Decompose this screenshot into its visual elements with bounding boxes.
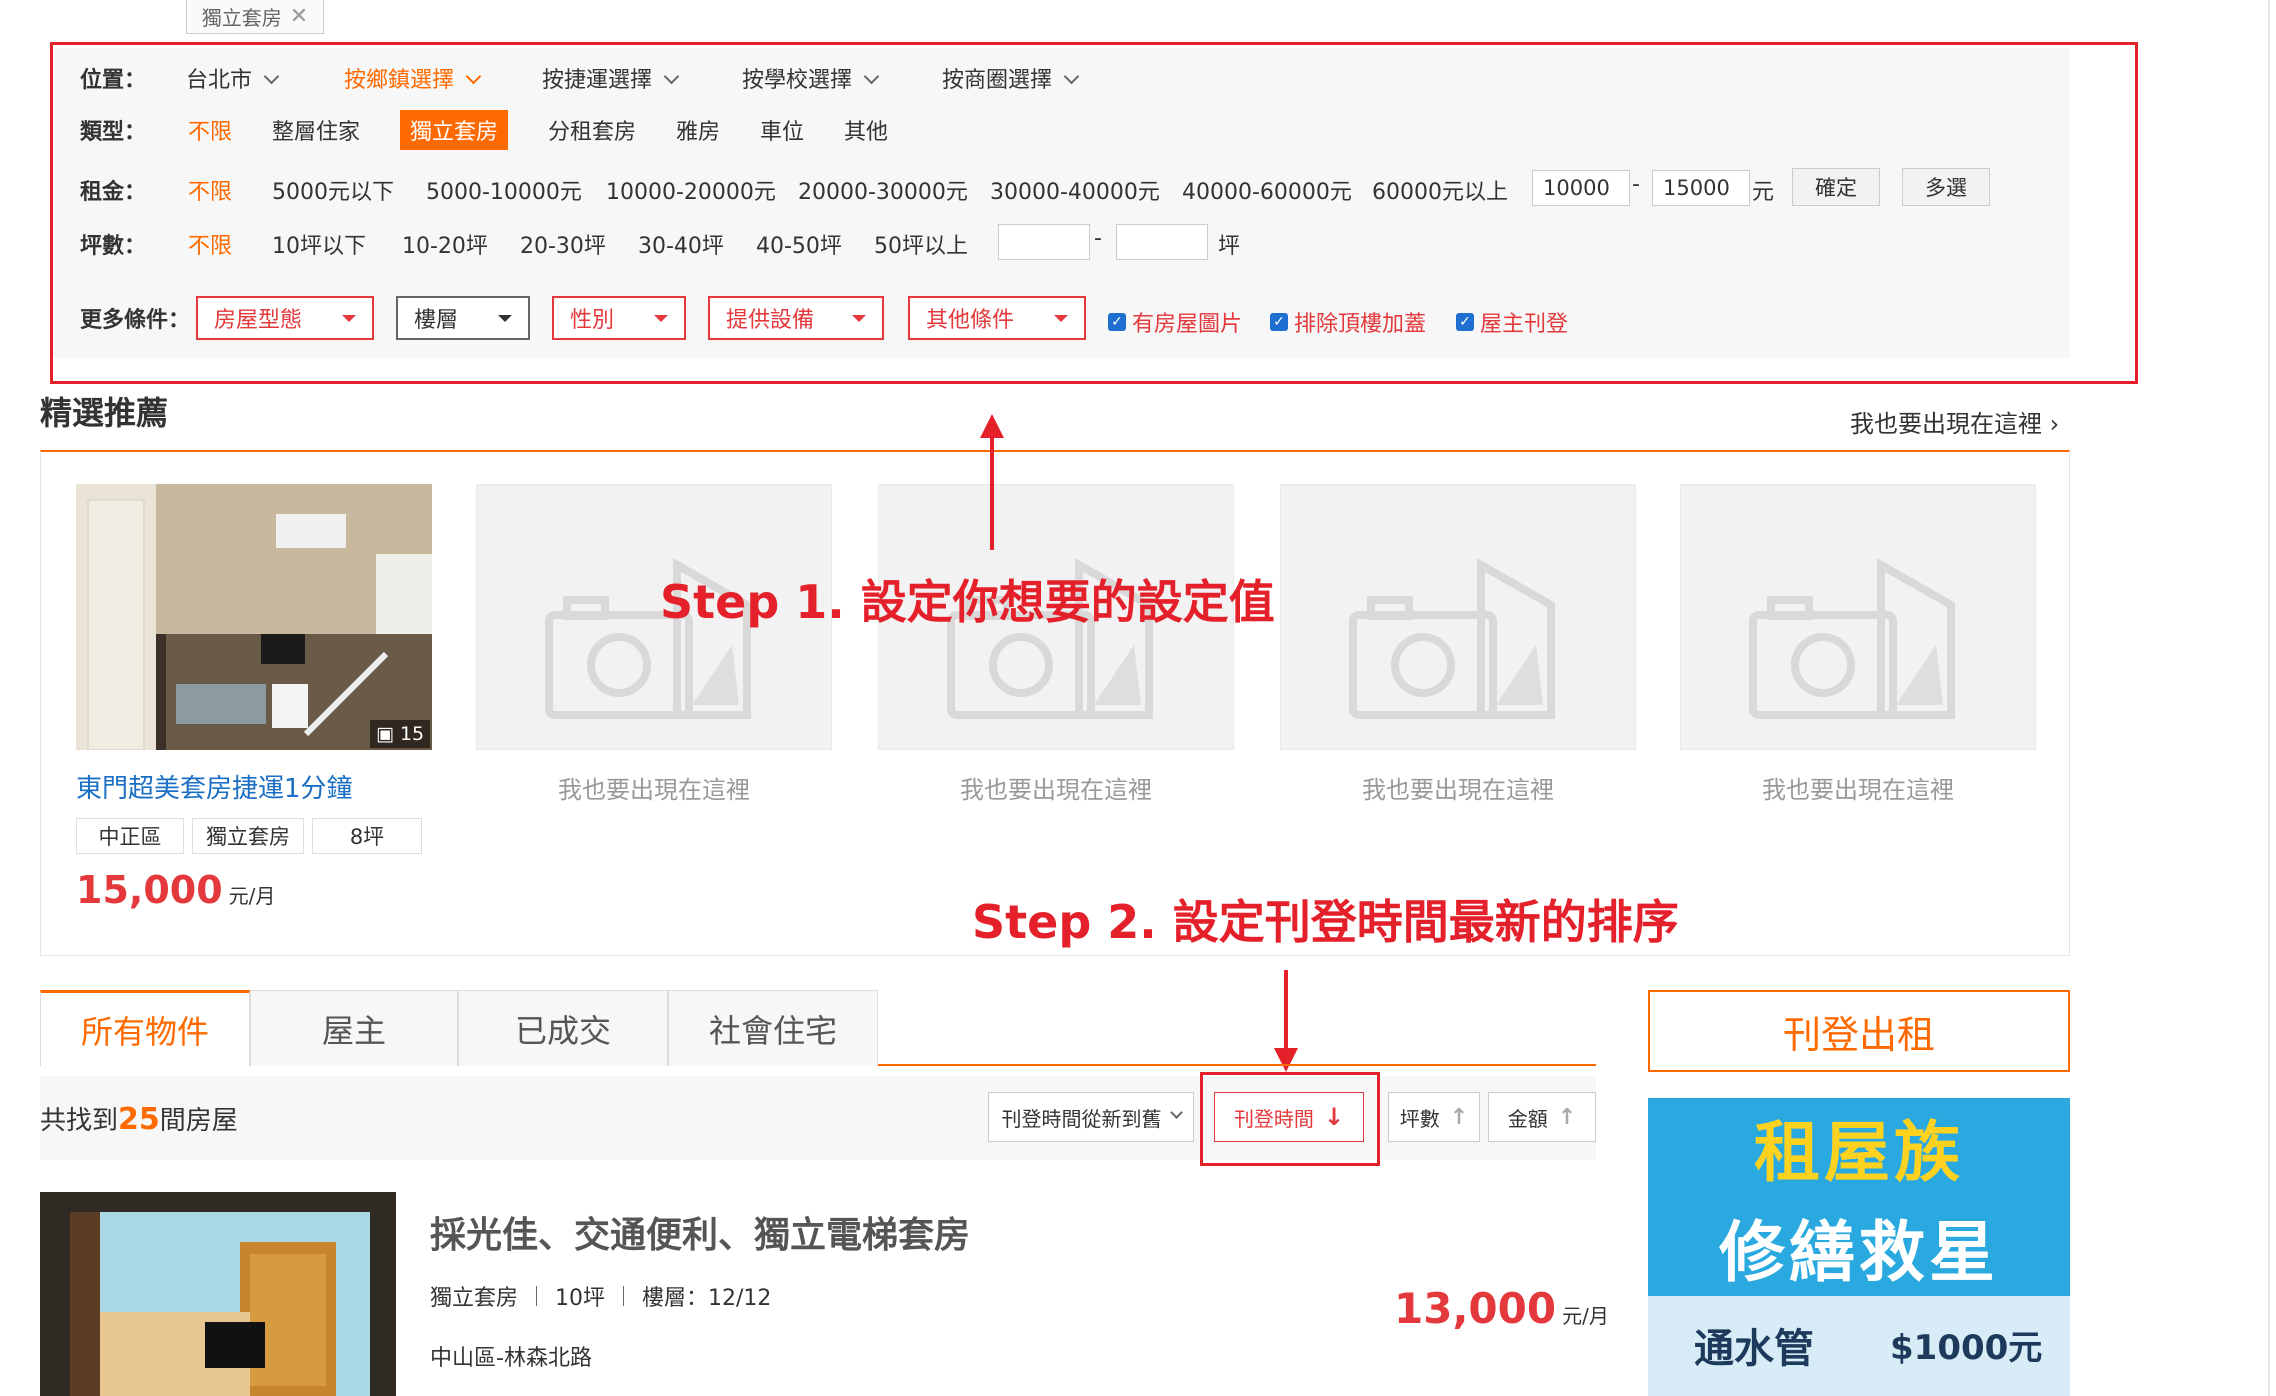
listing-title[interactable]: 採光佳、交通便利、獨立電梯套房: [430, 1206, 970, 1258]
sort-by-price-button[interactable]: 金額 ↑: [1488, 1092, 1596, 1142]
camera-placeholder-icon: [1349, 558, 1555, 719]
listing-address: 中山區-林森北路: [430, 1346, 592, 1371]
step2-highlight-box: [1200, 1072, 1380, 1166]
placeholder-label-4[interactable]: 我也要出現在這裡: [1680, 770, 2036, 805]
listing-price: 13,000 元/月: [1394, 1284, 1609, 1333]
page-scrollbar-track: [2268, 0, 2270, 1396]
featured-promo-link-text: 我也要出現在這裡: [1850, 410, 2042, 438]
featured-tag-size: 8坪: [312, 818, 422, 854]
camera-placeholder-icon: [1749, 558, 1955, 719]
photo-count-badge: ▣ 15: [370, 720, 431, 748]
featured-price-value: 15,000: [76, 868, 223, 912]
featured-tag-district: 中正區: [76, 818, 184, 854]
results-number: 25: [118, 1102, 160, 1137]
featured-section-title: 精選推薦: [40, 394, 169, 432]
listing-size: 10坪: [555, 1286, 606, 1311]
step2-annotation: Step 2. 設定刊登時間最新的排序: [972, 895, 1679, 949]
ad-service-panel: 通水管 $1000元: [1648, 1296, 2070, 1396]
ad-headline-line2: 修繕救星: [1719, 1214, 1999, 1291]
ad-headline: 租屋族 修繕救星: [1648, 1098, 2070, 1296]
sort-size-label: 坪數: [1399, 1106, 1440, 1131]
tab-social-housing[interactable]: 社會住宅: [668, 990, 878, 1066]
step1-annotation: Step 1. 設定你想要的設定值: [660, 575, 1275, 629]
results-count: 共找到25間房屋: [40, 1100, 238, 1137]
arrow-up-icon: ↑: [1557, 1104, 1577, 1130]
placeholder-label-1[interactable]: 我也要出現在這裡: [476, 770, 832, 805]
placeholder-label-2[interactable]: 我也要出現在這裡: [878, 770, 1234, 805]
step2-arrow-line: [1284, 970, 1288, 1052]
selected-filter-tag[interactable]: 獨立套房 ✕: [186, 0, 324, 34]
featured-card-title[interactable]: 東門超美套房捷運1分鐘: [76, 768, 353, 805]
sort-order-select[interactable]: 刊登時間從新到舊: [988, 1092, 1194, 1142]
tab-closed-deals[interactable]: 已成交: [458, 990, 668, 1066]
tab-all-listings[interactable]: 所有物件: [40, 990, 250, 1066]
ad-service-name: 通水管: [1694, 1326, 1814, 1372]
chevron-down-icon: [1169, 1105, 1183, 1119]
ad-headline-line1: 租屋族: [1754, 1114, 1964, 1191]
arrow-up-icon: ↑: [1449, 1104, 1469, 1130]
listing-type: 獨立套房: [430, 1286, 519, 1311]
listing-meta: 獨立套房 10坪 樓層：12/12: [430, 1280, 771, 1312]
tab-owner[interactable]: 屋主: [250, 990, 458, 1066]
placeholder-photo-4[interactable]: [1680, 484, 2036, 750]
featured-card-photo[interactable]: [76, 484, 432, 750]
close-icon[interactable]: ✕: [290, 4, 308, 29]
featured-promo-link[interactable]: 我也要出現在這裡 ›: [1850, 404, 2059, 439]
step1-arrow-head: [980, 414, 1004, 438]
step1-highlight-box: [50, 42, 2138, 384]
post-rental-button[interactable]: 刊登出租: [1648, 990, 2070, 1072]
featured-price-unit: 元/月: [228, 884, 276, 908]
divider: [536, 1286, 538, 1306]
featured-card-price: 15,000 元/月: [76, 868, 275, 912]
listing-floor: 樓層：12/12: [642, 1286, 772, 1311]
chevron-right-icon: ›: [2049, 410, 2060, 438]
sidebar-ad-banner[interactable]: 租屋族 修繕救星 通水管 $1000元: [1648, 1098, 2070, 1396]
step1-arrow-line: [990, 436, 994, 550]
step2-arrow-head: [1274, 1048, 1298, 1072]
listing-photo[interactable]: [40, 1192, 396, 1396]
featured-tag-type: 獨立套房: [192, 818, 304, 854]
results-suffix: 間房屋: [159, 1106, 238, 1136]
room-photo: [76, 484, 432, 750]
sort-price-label: 金額: [1507, 1106, 1548, 1131]
photo-count-text: 15: [399, 723, 425, 745]
divider: [623, 1286, 625, 1306]
listing-price-unit: 元/月: [1562, 1304, 1609, 1328]
placeholder-photo-3[interactable]: [1280, 484, 1636, 750]
listing-room-photo: [40, 1192, 396, 1396]
selected-filter-label: 獨立套房: [201, 6, 282, 30]
listing-price-value: 13,000: [1394, 1284, 1557, 1333]
ad-service-price: $1000元: [1890, 1328, 2043, 1368]
sort-order-label: 刊登時間從新到舊: [1001, 1106, 1162, 1131]
placeholder-label-3[interactable]: 我也要出現在這裡: [1280, 770, 1636, 805]
image-icon: ▣: [376, 723, 394, 745]
sort-by-size-button[interactable]: 坪數 ↑: [1388, 1092, 1480, 1142]
results-prefix: 共找到: [40, 1106, 119, 1136]
